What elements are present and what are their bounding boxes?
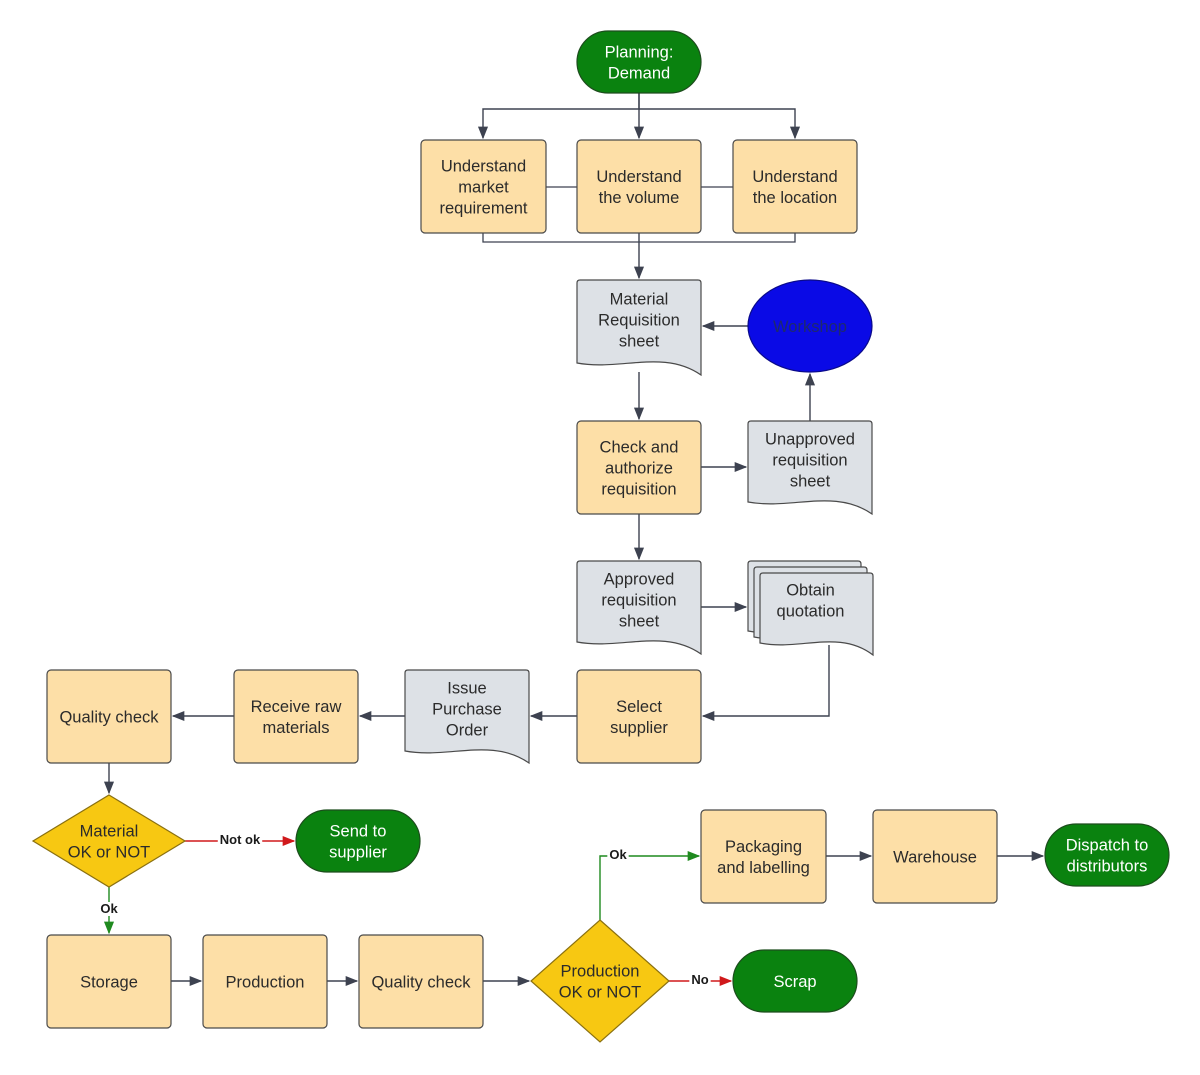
- node-workshop[interactable]: Workshop: [747, 279, 873, 373]
- node-qc1[interactable]: Quality check: [46, 669, 172, 764]
- node-send-supplier[interactable]: Send to supplier: [295, 809, 421, 873]
- arrow-production-decision-to-packaging: [599, 850, 701, 920]
- node-label: requisition: [772, 452, 847, 470]
- node-label: Issue: [447, 680, 486, 698]
- node-storage[interactable]: Storage: [46, 934, 172, 1029]
- node-label: Quality check: [371, 974, 471, 992]
- node-u-market[interactable]: Understand market requirement: [420, 139, 547, 234]
- node-label: requirement: [439, 200, 527, 218]
- node-label: Check and: [600, 439, 679, 457]
- nodes: Planning: Demand Understand market requireme…: [31, 30, 1170, 1043]
- edge-label: No: [691, 972, 708, 987]
- node-warehouse[interactable]: Warehouse: [872, 809, 998, 904]
- node-label: the location: [753, 189, 837, 207]
- node-label: the volume: [599, 189, 680, 207]
- terminal-shape: [576, 30, 702, 94]
- terminal-shape: [1044, 823, 1170, 887]
- node-scrap[interactable]: Scrap: [732, 949, 858, 1013]
- node-label: Understand: [752, 168, 837, 186]
- node-label: OK or NOT: [559, 984, 642, 1002]
- process-shape: [576, 139, 702, 234]
- node-label: requisition: [601, 592, 676, 610]
- node-label: requisition: [601, 481, 676, 499]
- node-label: Dispatch to: [1066, 837, 1149, 855]
- node-unapproved[interactable]: Unapproved requisition sheet: [747, 420, 873, 516]
- node-label: Production: [226, 974, 305, 992]
- node-label: OK or NOT: [68, 844, 151, 862]
- node-label: Packaging: [725, 838, 802, 856]
- decision-shape: [31, 794, 187, 888]
- node-label: authorize: [605, 460, 673, 478]
- node-qc2[interactable]: Quality check: [358, 934, 484, 1029]
- process-shape: [576, 669, 702, 764]
- decision-shape: [530, 919, 670, 1043]
- arrow-planning-to-u-market: [477, 93, 640, 140]
- node-label: Requisition: [598, 312, 680, 330]
- edge-label: Ok: [609, 847, 627, 862]
- node-label: Understand: [441, 158, 526, 176]
- node-production[interactable]: Production: [202, 934, 328, 1029]
- node-label: materials: [263, 719, 330, 737]
- node-label: sheet: [790, 473, 831, 491]
- edge-label: Not ok: [220, 832, 261, 847]
- process-shape: [700, 809, 827, 904]
- node-dispatch[interactable]: Dispatch to distributors: [1044, 823, 1170, 887]
- node-label: Production: [561, 963, 640, 981]
- node-check[interactable]: Check and authorize requisition: [576, 420, 702, 515]
- edge-label: Ok: [100, 901, 118, 916]
- node-label: Demand: [608, 65, 670, 83]
- node-material-decision[interactable]: Material OK or NOT: [31, 794, 187, 888]
- node-receive[interactable]: Receive raw materials: [233, 669, 359, 764]
- node-label: Material: [80, 823, 139, 841]
- node-label: Approved: [604, 571, 675, 589]
- node-label: and labelling: [717, 859, 810, 877]
- node-label: distributors: [1067, 858, 1148, 876]
- process-shape: [732, 139, 858, 234]
- node-planning[interactable]: Planning: Demand: [576, 30, 702, 94]
- node-label: Order: [446, 722, 489, 740]
- node-mrs[interactable]: Material Requisition sheet: [576, 279, 702, 377]
- node-label: Warehouse: [893, 849, 977, 867]
- node-label: Select: [616, 698, 662, 716]
- node-u-volume[interactable]: Understand the volume: [576, 139, 702, 234]
- terminal-shape: [295, 809, 421, 873]
- node-label: Storage: [80, 974, 138, 992]
- node-label: supplier: [610, 719, 668, 737]
- node-quotation[interactable]: Obtain quotation: [747, 560, 874, 657]
- node-packaging[interactable]: Packaging and labelling: [700, 809, 827, 904]
- node-label: quotation: [777, 603, 845, 621]
- node-label: market: [458, 179, 509, 197]
- node-label: sheet: [619, 333, 660, 351]
- node-u-location[interactable]: Understand the location: [732, 139, 858, 234]
- node-label: supplier: [329, 844, 387, 862]
- node-label: Unapproved: [765, 431, 855, 449]
- node-label: Workshop: [773, 318, 847, 336]
- process-shape: [233, 669, 359, 764]
- node-label: Material: [610, 291, 669, 309]
- node-label: Scrap: [773, 973, 816, 991]
- node-production-decision[interactable]: Production OK or NOT: [530, 919, 670, 1043]
- node-approved[interactable]: Approved requisition sheet: [576, 560, 702, 656]
- arrow-planning-to-u-location: [639, 108, 801, 140]
- node-label: Obtain: [786, 582, 835, 600]
- node-select[interactable]: Select supplier: [576, 669, 702, 764]
- node-label: Quality check: [59, 709, 159, 727]
- node-label: Understand: [596, 168, 681, 186]
- arrow-quotation-to-select: [701, 645, 830, 722]
- node-label: sheet: [619, 613, 660, 631]
- node-label: Receive raw: [251, 698, 342, 716]
- node-label: Planning:: [605, 44, 674, 62]
- node-label: Send to: [330, 823, 387, 841]
- node-label: Purchase: [432, 701, 502, 719]
- flowchart: Planning: Demand Understand market requireme…: [31, 30, 1170, 1043]
- node-issue-po[interactable]: Issue Purchase Order: [404, 669, 530, 765]
